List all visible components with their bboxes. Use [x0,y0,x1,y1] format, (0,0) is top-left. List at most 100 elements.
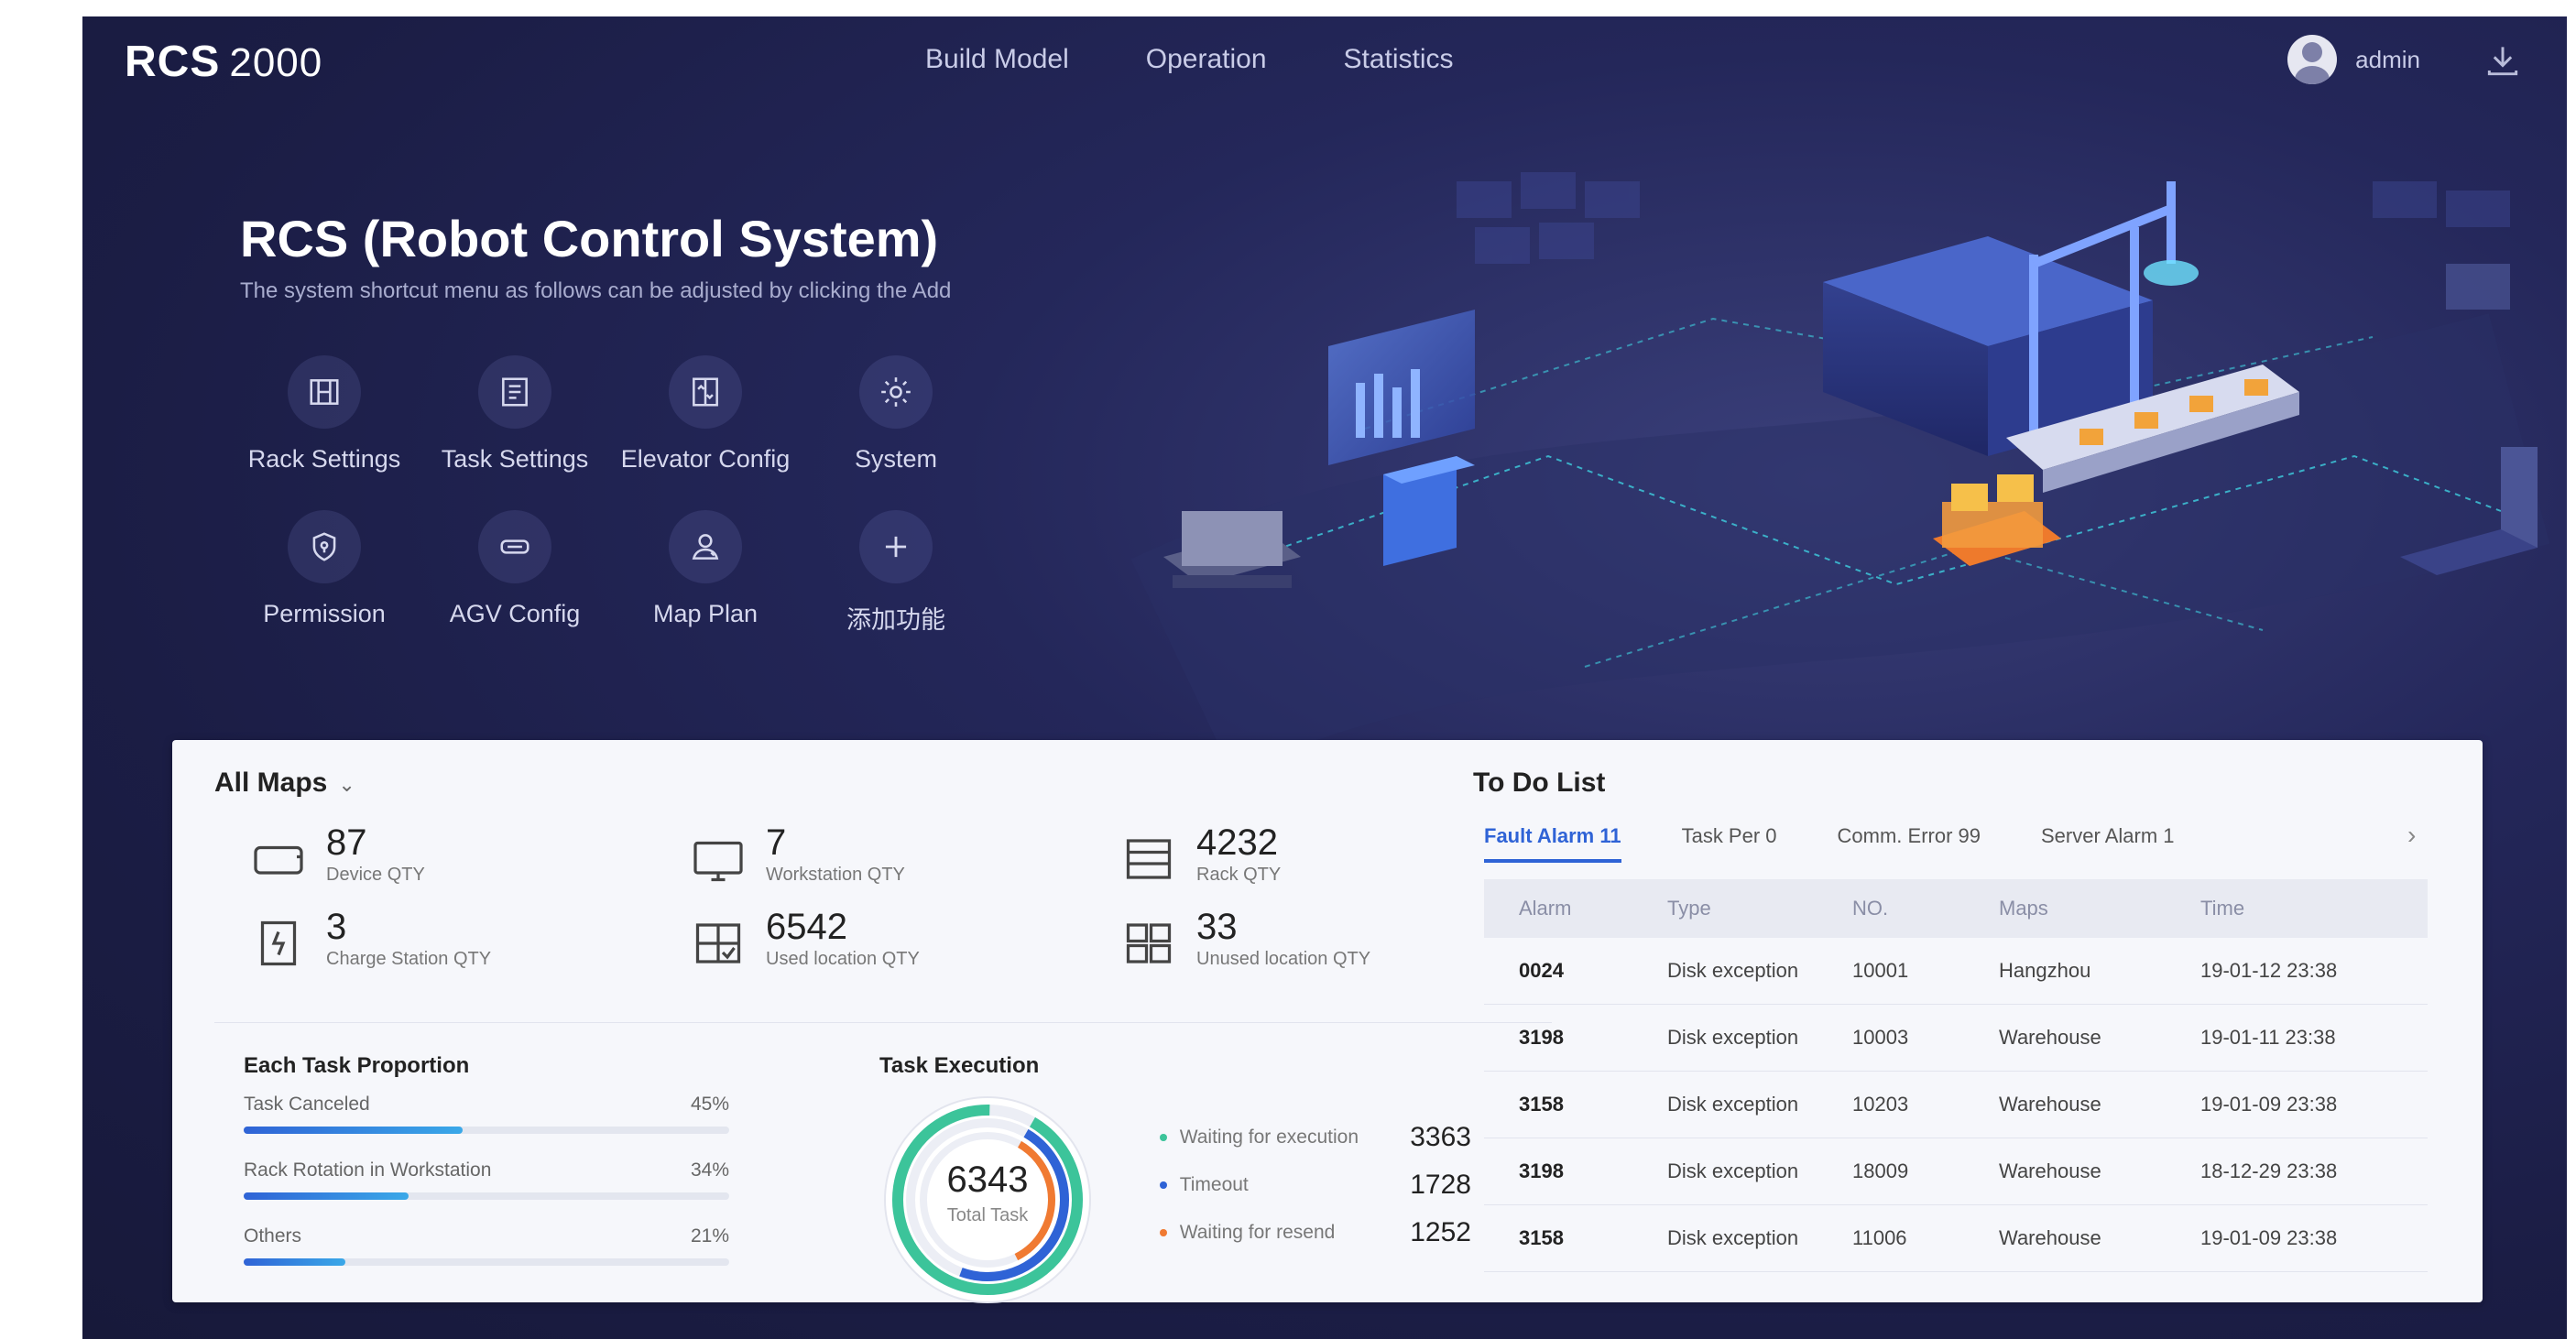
cell-time: 19-01-09 23:38 [2199,1204,2428,1272]
tab-server-alarm[interactable]: Server Alarm 1 [2041,824,2175,863]
download-icon[interactable] [2483,40,2523,81]
nav-statistics[interactable]: Statistics [1344,44,1454,75]
shortcut-label: Permission [263,600,386,627]
cell-type: Disk exception [1666,1138,1851,1205]
maps-dropdown[interactable]: All Maps ⌄ [214,767,355,799]
legend-row: Timeout 1728 [1160,1161,1471,1209]
stat-label: Workstation QTY [766,865,905,885]
shortcut-label: 添加功能 [846,606,945,634]
hero-title: RCS (Robot Control System) [240,210,939,267]
shortcut-elevator-config[interactable]: Elevator Config [610,355,801,474]
table-row[interactable]: 0024 Disk exception 10001 Hangzhou 19-01… [1484,938,2428,1005]
app-logo[interactable]: RCS 2000 [125,37,322,87]
shortcut-rack-settings[interactable]: Rack Settings [229,355,420,474]
chevron-right-icon[interactable]: › [2407,821,2416,850]
stat-value: 4232 [1196,822,1278,863]
proportion-bar-fill [244,1127,463,1134]
legend-name: Timeout [1179,1174,1249,1195]
todo-tabs: Fault Alarm 11 Task Per 0 Comm. Error 99… [1484,824,2418,863]
table-row[interactable]: 3198 Disk exception 18009 Warehouse 18-1… [1484,1138,2428,1205]
legend-row: Waiting for resend 1252 [1160,1209,1471,1257]
shortcut-label: System [854,445,938,473]
stat-rack: 4232 Rack QTY [1121,824,1442,887]
shortcut-system[interactable]: System [801,355,991,474]
tab-comm-error[interactable]: Comm. Error 99 [1838,824,1981,863]
proportion-percent: 45% [690,1094,729,1115]
workstation-monitor-icon [693,841,743,882]
proportion-bar-fill [244,1192,409,1200]
cell-no: 10203 [1851,1071,1998,1138]
cell-type: Disk exception [1666,1204,1851,1272]
alarm-table: Alarm Type NO. Maps Time 0024 Disk excep… [1484,879,2428,1272]
shortcut-map-plan[interactable]: Map Plan [610,510,801,636]
cell-maps: Warehouse [1998,1004,2199,1072]
task-settings-icon [478,355,551,429]
elevator-config-icon [669,355,742,429]
table-row[interactable]: 3198 Disk exception 10003 Warehouse 19-0… [1484,1004,2428,1072]
user-menu[interactable]: admin [2287,35,2420,84]
proportion-row: Rack Rotation in Workstation 34% [244,1159,729,1200]
tab-fault-alarm[interactable]: Fault Alarm 11 [1484,824,1621,863]
add-plus-icon [859,510,933,583]
stat-workstation: 7 Workstation QTY [691,824,1121,887]
column-header: Time [2199,879,2428,938]
dashboard-panel: All Maps ⌄ 87 Device QTY 7 Workstation QTY … [172,740,2483,1303]
cell-maps: Warehouse [1998,1071,2199,1138]
maps-selected: All Maps [214,767,328,798]
stat-value: 6542 [766,907,847,947]
shortcut-label: Task Settings [441,445,589,473]
cell-alarm: 0024 [1484,938,1666,1005]
cell-type: Disk exception [1666,1071,1851,1138]
stat-unused-location: 33 Unused location QTY [1121,909,1442,971]
agv-config-icon [478,510,551,583]
stat-used-location: 6542 Used location QTY [691,909,1121,971]
cell-time: 19-01-09 23:38 [2199,1071,2428,1138]
proportion-name: Others [244,1225,302,1246]
shortcut-permission[interactable]: Permission [229,510,420,636]
legend-value: 1252 [1410,1217,1471,1247]
proportion-row: Task Canceled 45% [244,1094,729,1134]
user-avatar-icon[interactable] [2287,35,2338,84]
proportion-name: Rack Rotation in Workstation [244,1159,492,1181]
top-nav-bar: RCS 2000 Build Model Operation Statistics… [82,16,2567,112]
map-plan-icon [669,510,742,583]
chevron-down-icon: ⌄ [338,773,355,796]
shortcut-label: Map Plan [652,600,759,627]
shortcut-add-function[interactable]: 添加功能 [801,510,991,636]
rack-settings-icon [288,355,361,429]
divider [214,1022,1552,1023]
legend-name: Waiting for resend [1179,1222,1336,1243]
shortcut-task-settings[interactable]: Task Settings [420,355,610,474]
tab-task-per[interactable]: Task Per 0 [1682,824,1777,863]
shortcut-menu: Rack Settings Task Settings Elevator Con… [229,355,1017,636]
shortcut-agv-config[interactable]: AGV Config [420,510,610,636]
proportion-bar-fill [244,1258,346,1266]
stat-device: 87 Device QTY [251,824,691,887]
legend-dot [1160,1134,1167,1141]
cell-type: Disk exception [1666,1004,1851,1072]
legend-dot [1160,1229,1167,1236]
proportion-percent: 21% [690,1225,729,1246]
table-row[interactable]: 3158 Disk exception 10203 Warehouse 19-0… [1484,1071,2428,1138]
stat-charge-station: 3 Charge Station QTY [251,909,691,971]
column-header: Alarm [1484,879,1666,938]
username[interactable]: admin [2355,46,2420,74]
legend-value: 3363 [1410,1122,1471,1152]
stat-label: Unused location QTY [1196,949,1371,969]
nav-build-model[interactable]: Build Model [925,44,1069,75]
task-proportion-title: Each Task Proportion [244,1053,470,1078]
total-task-value: 6343 [946,1159,1029,1200]
todo-title: To Do List [1473,767,1606,798]
nav-operation[interactable]: Operation [1146,44,1267,75]
logo-version: 2000 [229,40,323,85]
device-icon [254,845,303,875]
cell-no: 10001 [1851,938,1998,1005]
column-header: Maps [1998,879,2199,938]
cell-alarm: 3158 [1484,1204,1666,1272]
shortcut-label: Elevator Config [620,445,791,473]
stats-grid: 87 Device QTY 7 Workstation QTY 4232 Rack Q… [251,824,1442,971]
stat-label: Rack QTY [1196,865,1282,885]
stat-label: Used location QTY [766,949,920,969]
charge-station-icon [260,920,297,966]
table-row[interactable]: 3158 Disk exception 11006 Warehouse 19-0… [1484,1204,2428,1272]
